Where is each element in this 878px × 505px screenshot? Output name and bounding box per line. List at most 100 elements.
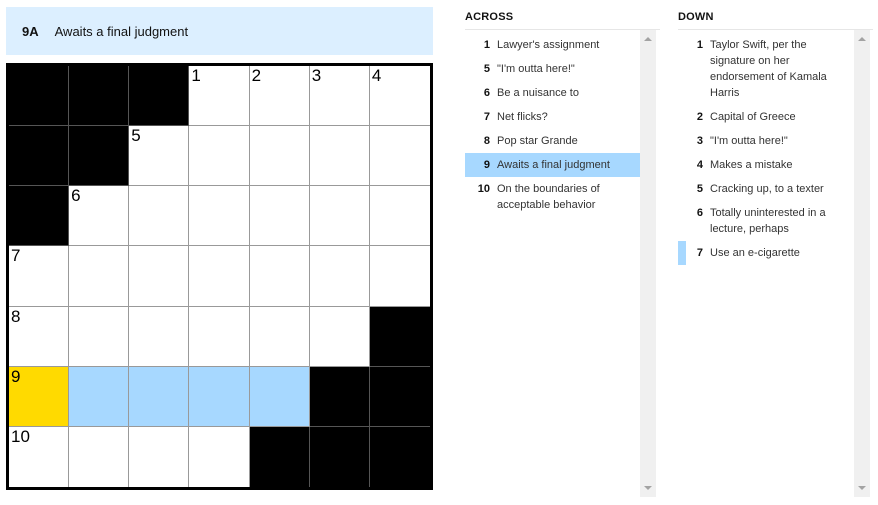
across-heading: ACROSS: [465, 0, 660, 30]
grid-cell[interactable]: [369, 246, 430, 307]
grid-cell[interactable]: 4: [369, 66, 430, 127]
clue-text: Use an e-cigarette: [710, 247, 800, 259]
clue-number: 6: [696, 207, 703, 219]
scroll-down-arrow-icon[interactable]: [644, 486, 652, 490]
grid-cell-block: [9, 186, 70, 247]
scroll-down-arrow-icon[interactable]: [858, 486, 866, 490]
clue-number: 1: [696, 39, 703, 51]
grid-cell[interactable]: [189, 186, 250, 247]
crossword-grid: 1 2 3 4 5 6 7 8 9 10: [6, 63, 433, 490]
across-scrollbar[interactable]: [640, 30, 656, 497]
grid-cell[interactable]: [129, 186, 190, 247]
grid-cell[interactable]: [69, 366, 130, 427]
scroll-up-arrow-icon[interactable]: [858, 37, 866, 41]
across-clue-8[interactable]: 8 Pop star Grande: [465, 129, 640, 153]
clue-text: Totally uninterested in a lecture, perha…: [710, 207, 826, 235]
across-clue-1[interactable]: 1 Lawyer's assignment: [465, 33, 640, 57]
grid-cell[interactable]: [69, 426, 130, 487]
clue-text: Lawyer's assignment: [497, 39, 600, 51]
across-clue-list: 1 Lawyer's assignment 5 "I'm outta here!" 6 B…: [465, 30, 660, 497]
grid-cell[interactable]: 2: [249, 66, 310, 127]
grid-cell-block: [69, 126, 130, 187]
clue-text: Awaits a final judgment: [497, 159, 610, 171]
grid-cell[interactable]: [309, 186, 370, 247]
clue-number: 10: [477, 183, 490, 195]
cell-number: 10: [11, 426, 30, 446]
grid-cell[interactable]: 6: [69, 186, 130, 247]
grid-cell[interactable]: [69, 246, 130, 307]
down-clue-1[interactable]: 1 Taylor Swift, per the signature on her …: [678, 33, 853, 105]
grid-cell-block: [129, 66, 190, 127]
down-clue-5[interactable]: 5 Cracking up, to a texter: [678, 177, 853, 201]
grid-cell[interactable]: [189, 426, 250, 487]
current-clue-number: 9A: [22, 23, 39, 39]
grid-cell[interactable]: [249, 246, 310, 307]
scroll-up-arrow-icon[interactable]: [644, 37, 652, 41]
grid-cell[interactable]: 9: [9, 366, 70, 427]
down-clue-3[interactable]: 3 "I'm outta here!": [678, 129, 853, 153]
grid-cell[interactable]: [189, 126, 250, 187]
grid-cell[interactable]: [129, 246, 190, 307]
clue-number: 7: [696, 247, 703, 259]
grid-cell[interactable]: 10: [9, 426, 70, 487]
across-clue-5[interactable]: 5 "I'm outta here!": [465, 57, 640, 81]
down-heading: DOWN: [678, 0, 873, 30]
grid-cell[interactable]: [129, 426, 190, 487]
grid-cell[interactable]: [189, 246, 250, 307]
down-clue-2[interactable]: 2 Capital of Greece: [678, 105, 853, 129]
grid-cell[interactable]: [309, 246, 370, 307]
grid-cell[interactable]: [249, 366, 310, 427]
grid-cell[interactable]: [309, 306, 370, 367]
clue-text: Capital of Greece: [710, 111, 796, 123]
grid-cell[interactable]: [309, 126, 370, 187]
grid-cell[interactable]: 7: [9, 246, 70, 307]
clue-number: 1: [483, 39, 490, 51]
grid-cell[interactable]: 8: [9, 306, 70, 367]
grid-cell-block: [249, 426, 310, 487]
down-clue-7[interactable]: 7 Use an e-cigarette: [678, 241, 853, 265]
grid-cell[interactable]: 3: [309, 66, 370, 127]
clue-number: 9: [483, 159, 490, 171]
grid-cell[interactable]: [129, 366, 190, 427]
clue-text: Makes a mistake: [710, 159, 793, 171]
across-clue-10[interactable]: 10 On the boundaries of acceptable behavi…: [465, 177, 640, 217]
cell-number: 3: [311, 66, 322, 85]
grid-cell[interactable]: 5: [129, 126, 190, 187]
current-clue-bar: 9A Awaits a final judgment: [6, 7, 433, 55]
across-clue-7[interactable]: 7 Net flicks?: [465, 105, 640, 129]
cell-number: 5: [131, 126, 141, 146]
grid-cell[interactable]: [249, 186, 310, 247]
down-clues-panel: DOWN 1 Taylor Swift, per the signature on…: [678, 0, 873, 497]
clue-text: "I'm outta here!": [497, 63, 575, 75]
grid-cell[interactable]: [249, 126, 310, 187]
grid-cell-block: [369, 366, 430, 427]
grid-cell[interactable]: [249, 306, 310, 367]
grid-cell[interactable]: [369, 126, 430, 187]
across-clue-9[interactable]: 9 Awaits a final judgment: [465, 153, 640, 177]
grid-cell[interactable]: [189, 366, 250, 427]
clue-text: Cracking up, to a texter: [710, 183, 824, 195]
clue-text: Taylor Swift, per the signature on her e…: [710, 39, 827, 99]
grid-cell[interactable]: [189, 306, 250, 367]
grid-cell-block: [9, 66, 70, 127]
cell-number: 2: [251, 66, 262, 85]
grid-cell-block: [309, 366, 370, 427]
across-clues-panel: ACROSS 1 Lawyer's assignment 5 "I'm outta h…: [465, 0, 660, 497]
cell-number: 4: [371, 66, 382, 85]
grid-cell-block: [9, 126, 70, 187]
clue-number: 7: [483, 111, 490, 123]
grid-cell-block: [369, 426, 430, 487]
down-scrollbar[interactable]: [854, 30, 870, 497]
grid-cell[interactable]: [129, 306, 190, 367]
grid-cell[interactable]: [369, 186, 430, 247]
across-clue-6[interactable]: 6 Be a nuisance to: [465, 81, 640, 105]
clue-number: 6: [483, 87, 490, 99]
grid-cell[interactable]: 1: [189, 66, 250, 127]
grid-cell[interactable]: [69, 306, 130, 367]
clue-number: 8: [483, 135, 490, 147]
down-clue-6[interactable]: 6 Totally uninterested in a lecture, perh…: [678, 201, 853, 241]
cell-number: 1: [191, 66, 201, 85]
down-clue-4[interactable]: 4 Makes a mistake: [678, 153, 853, 177]
clue-text: Be a nuisance to: [497, 87, 579, 99]
clue-number: 2: [696, 111, 703, 123]
